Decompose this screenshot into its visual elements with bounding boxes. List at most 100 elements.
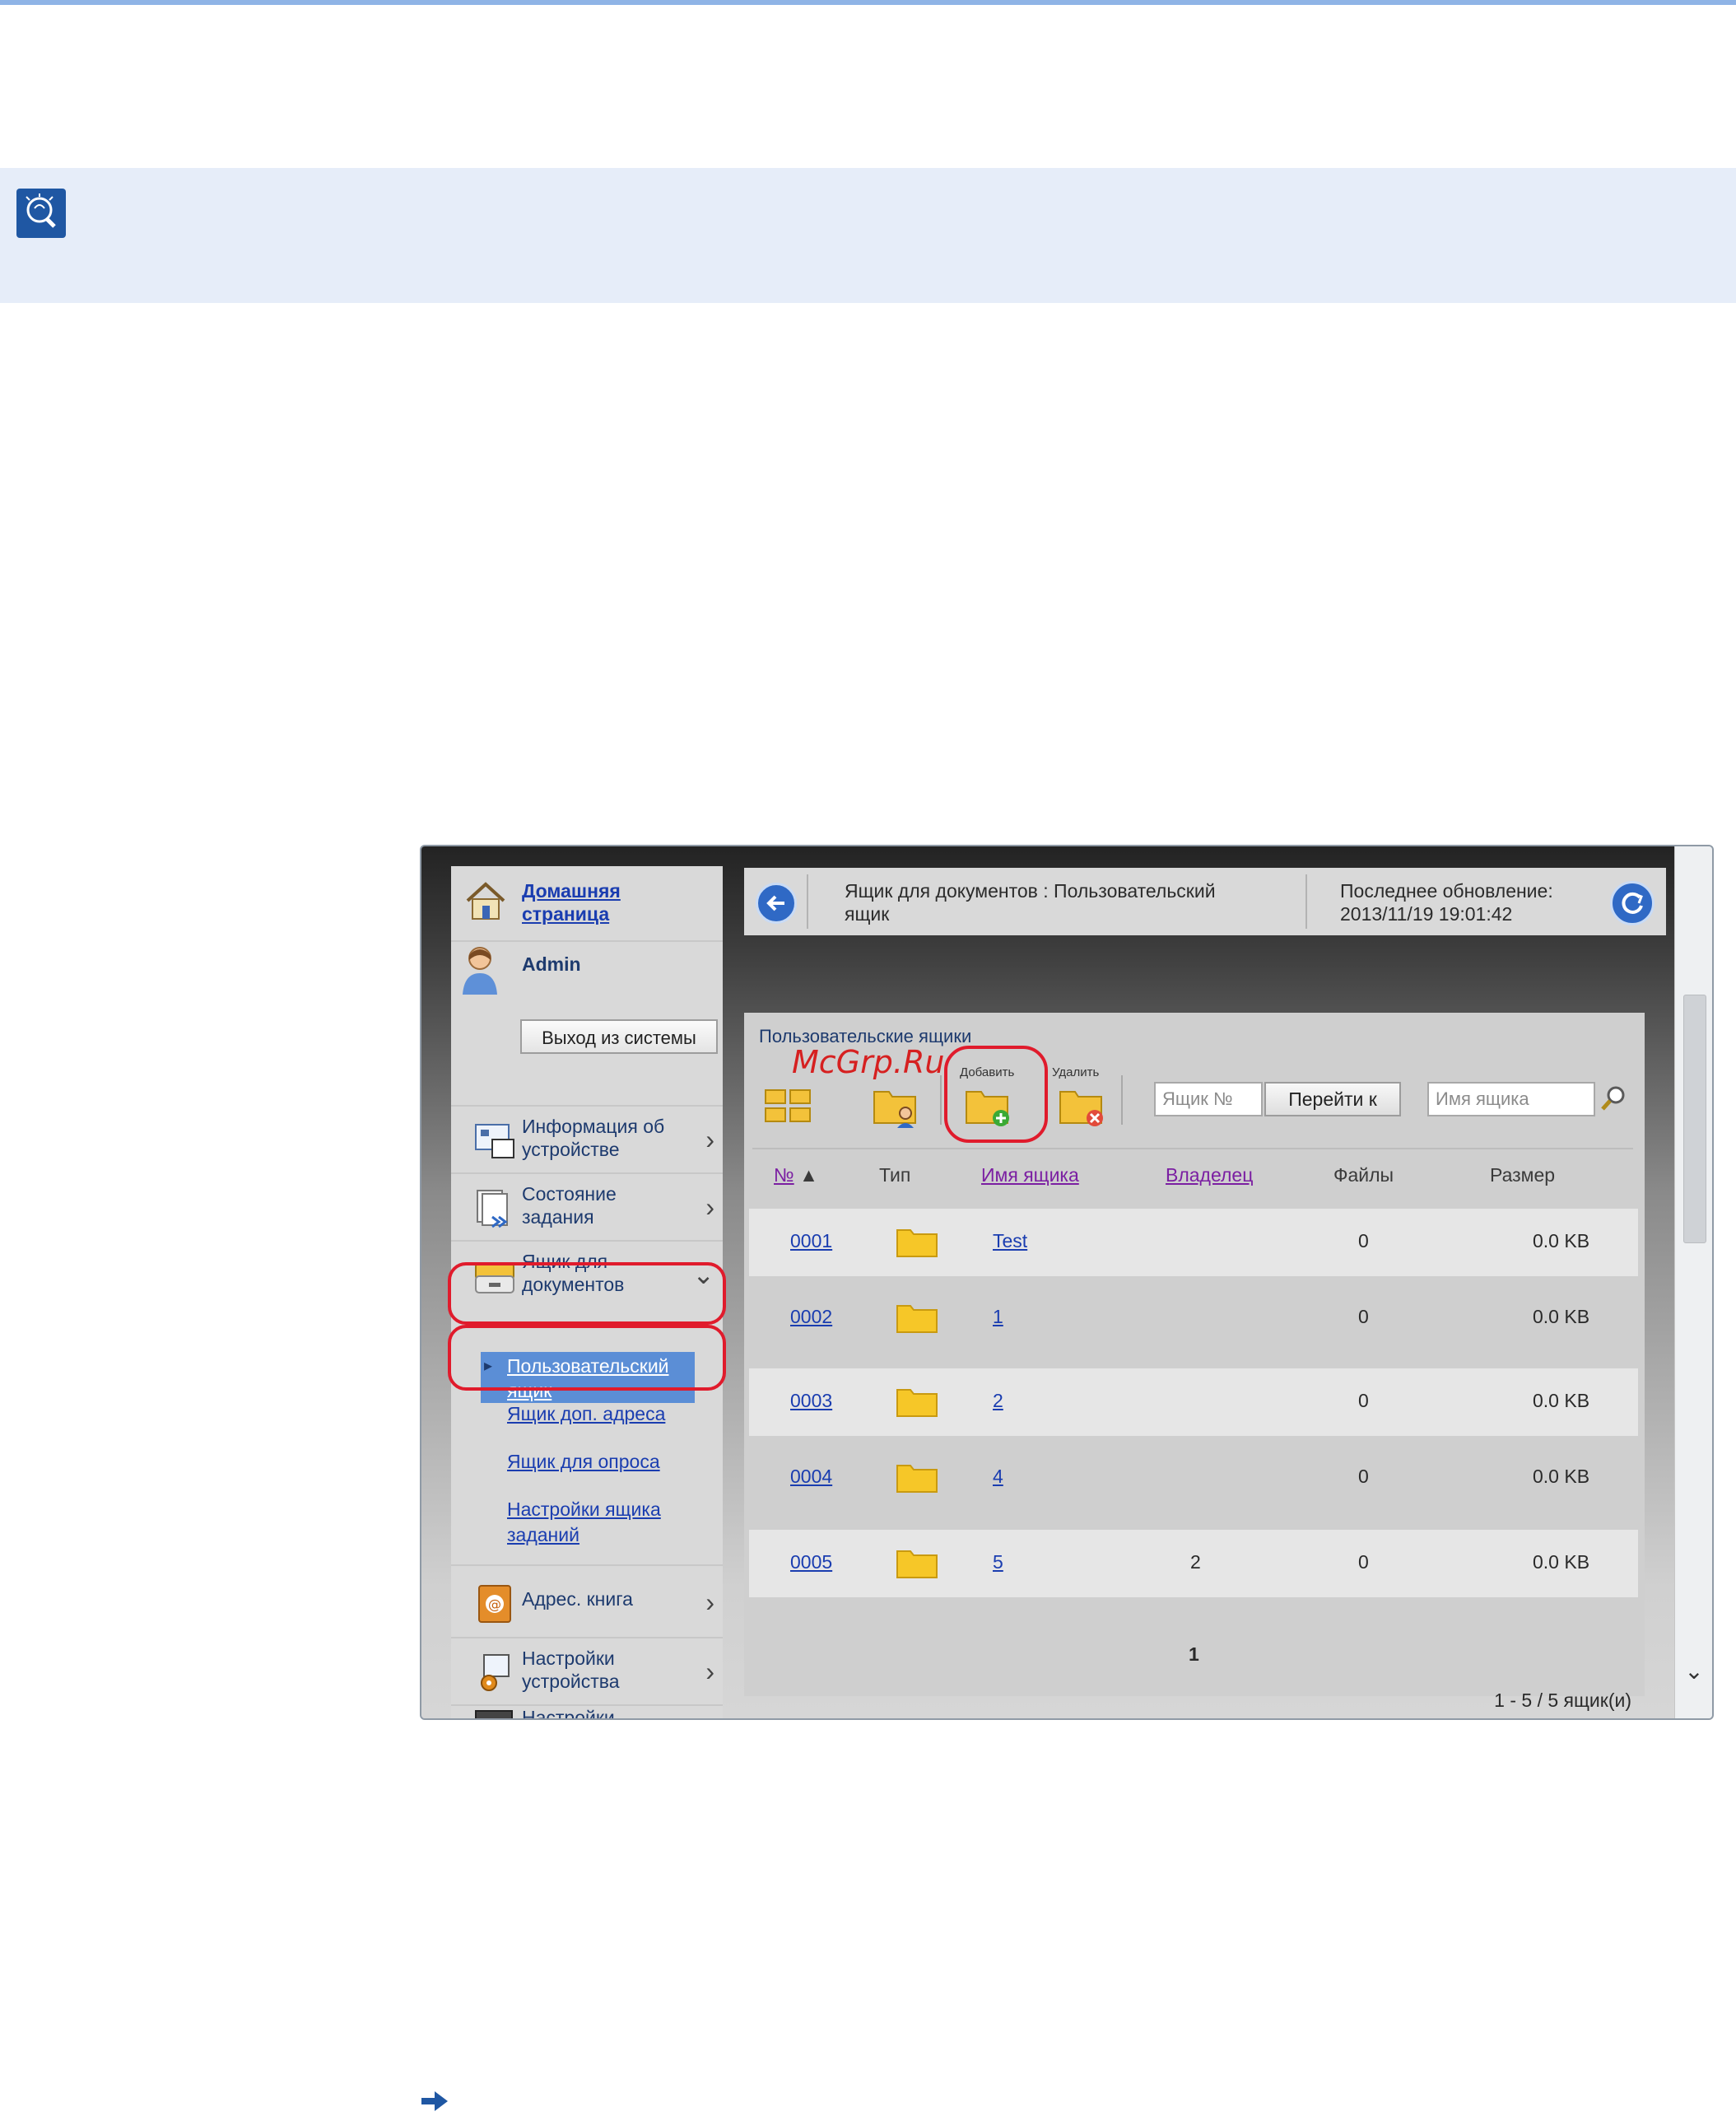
sidebar-item-settings[interactable]: Настройки [451,1704,723,1720]
arrow-left-icon [766,895,784,911]
grid-view-icon[interactable] [762,1080,813,1131]
note-band [0,168,1736,303]
device-info-icon [475,1124,514,1158]
row-owner: 2 [1190,1551,1201,1573]
subitem-polling-box[interactable]: Ящик для опроса [507,1449,713,1475]
row-number[interactable]: 0002 [790,1306,832,1328]
back-button[interactable] [756,883,797,924]
sidebar-item-label: Состояние задания [522,1183,617,1228]
user-name: Admin [522,953,581,975]
column-size: Размер [1490,1164,1556,1186]
header-divider [1305,874,1307,929]
column-type: Тип [879,1164,911,1186]
user-avatar-icon [463,947,497,995]
header-bar: Ящик для документов : Пользовательский я… [744,868,1666,935]
toolbar-divider [940,1075,942,1125]
sidebar-item-device-info[interactable]: Информация об устройстве › [451,1105,723,1174]
sidebar-item-device-settings[interactable]: Настройки устройства › [451,1637,723,1706]
row-number[interactable]: 0003 [790,1390,832,1412]
column-number[interactable]: № ▲ [774,1164,818,1186]
row-files: 0 [1358,1466,1369,1487]
folder-icon [896,1465,938,1493]
row-name[interactable]: 5 [993,1551,1003,1573]
page-number[interactable]: 1 [1189,1643,1199,1666]
device-settings-icon [481,1654,510,1691]
row-number[interactable]: 0005 [790,1551,832,1573]
highlight-ring-add [944,1046,1048,1143]
row-number[interactable]: 0004 [790,1466,832,1488]
sidebar-item-label: Настройки устройства [522,1648,620,1692]
folder-icon [896,1550,938,1578]
goto-button[interactable]: Перейти к [1264,1082,1401,1116]
row-files: 0 [1358,1230,1369,1251]
row-size: 0.0 KB [1533,1230,1590,1251]
watermark: McGrp.Ru [792,1044,945,1080]
user-folder-icon[interactable] [871,1080,922,1131]
row-size: 0.0 KB [1533,1390,1590,1411]
sidebar-item-label: Информация об устройстве [522,1116,665,1160]
row-files: 0 [1358,1390,1369,1411]
screenshot-frame: Домашняя страница Admin Выход из системы… [420,845,1714,1720]
sidebar-item-label: Настройки [522,1707,615,1720]
settings-icon [475,1710,513,1718]
row-name[interactable]: 1 [993,1306,1003,1328]
address-book-icon: @ [478,1585,511,1623]
refresh-icon [1622,892,1643,914]
home-icon [466,882,505,920]
box-number-input[interactable]: Ящик № [1154,1082,1263,1116]
sidebar-home: Домашняя страница [451,866,723,942]
highlight-ring-document-box [448,1262,726,1325]
sidebar-item-label: Адрес. книга [522,1588,633,1610]
table-row[interactable]: 0005 5 2 0 0.0 KB [749,1530,1638,1597]
chevron-right-icon: › [705,1125,714,1154]
row-name[interactable]: 2 [993,1390,1003,1412]
job-status-icon [477,1190,508,1228]
delete-caption: Удалить [1052,1065,1100,1079]
table-row[interactable]: 0003 2 0 0.0 KB [749,1368,1638,1436]
refresh-button[interactable] [1610,881,1655,925]
row-files: 0 [1358,1551,1369,1573]
column-name[interactable]: Имя ящика [981,1164,1079,1186]
table-row[interactable]: 0002 1 0 0.0 KB [749,1284,1638,1352]
logout-button[interactable]: Выход из системы [520,1019,718,1054]
toolbar-divider [1121,1075,1123,1125]
row-files: 0 [1358,1306,1369,1327]
subitem-job-box-settings[interactable]: Настройки ящика заданий [507,1497,713,1548]
last-update-label: Последнее обновление: [1340,880,1553,902]
top-rule [0,0,1736,5]
row-name[interactable]: Test [993,1230,1027,1252]
search-icon[interactable] [1599,1084,1628,1113]
column-owner[interactable]: Владелец [1166,1164,1253,1186]
delete-folder-icon[interactable] [1057,1080,1108,1131]
row-size: 0.0 KB [1533,1466,1590,1487]
highlight-ring-user-box [448,1325,726,1391]
last-update: Последнее обновление: 2013/11/19 19:01:4… [1340,879,1603,925]
subitem-extra-address-box[interactable]: Ящик доп. адреса [507,1401,713,1427]
box-name-input[interactable]: Имя ящика [1427,1082,1595,1116]
sidebar-item-address-book[interactable]: @ Адрес. книга › [451,1564,723,1638]
row-size: 0.0 KB [1533,1551,1590,1573]
column-files: Файлы [1333,1164,1394,1186]
row-number[interactable]: 0001 [790,1230,832,1252]
row-name[interactable]: 4 [993,1466,1003,1488]
home-link[interactable]: Домашняя страница [522,879,711,925]
box-count: 1 - 5 / 5 ящик(и) [1494,1690,1631,1711]
scrollbar-thumb[interactable] [1683,995,1706,1243]
table-row[interactable]: 0004 4 0 0.0 KB [749,1444,1638,1512]
folder-icon [896,1389,938,1417]
table-row[interactable]: 0001 Test 0 0.0 KB [749,1209,1638,1276]
chevron-right-icon: › [705,1192,714,1222]
chevron-right-icon: › [705,1657,714,1686]
folder-icon [896,1229,938,1257]
folder-icon [896,1305,938,1333]
row-size: 0.0 KB [1533,1306,1590,1327]
web-app: Домашняя страница Admin Выход из системы… [421,846,1674,1718]
vertical-scrollbar[interactable]: ⌄ [1674,846,1712,1718]
chevron-right-icon: › [705,1587,714,1617]
chevron-down-icon[interactable]: ⌄ [1680,1657,1708,1685]
sort-ascending-icon: ▲ [799,1164,818,1186]
header-divider [807,874,808,929]
sidebar-item-job-status[interactable]: Состояние задания › [451,1172,723,1242]
arrow-right-icon [421,2091,448,2111]
column-number-label: № [774,1164,794,1186]
